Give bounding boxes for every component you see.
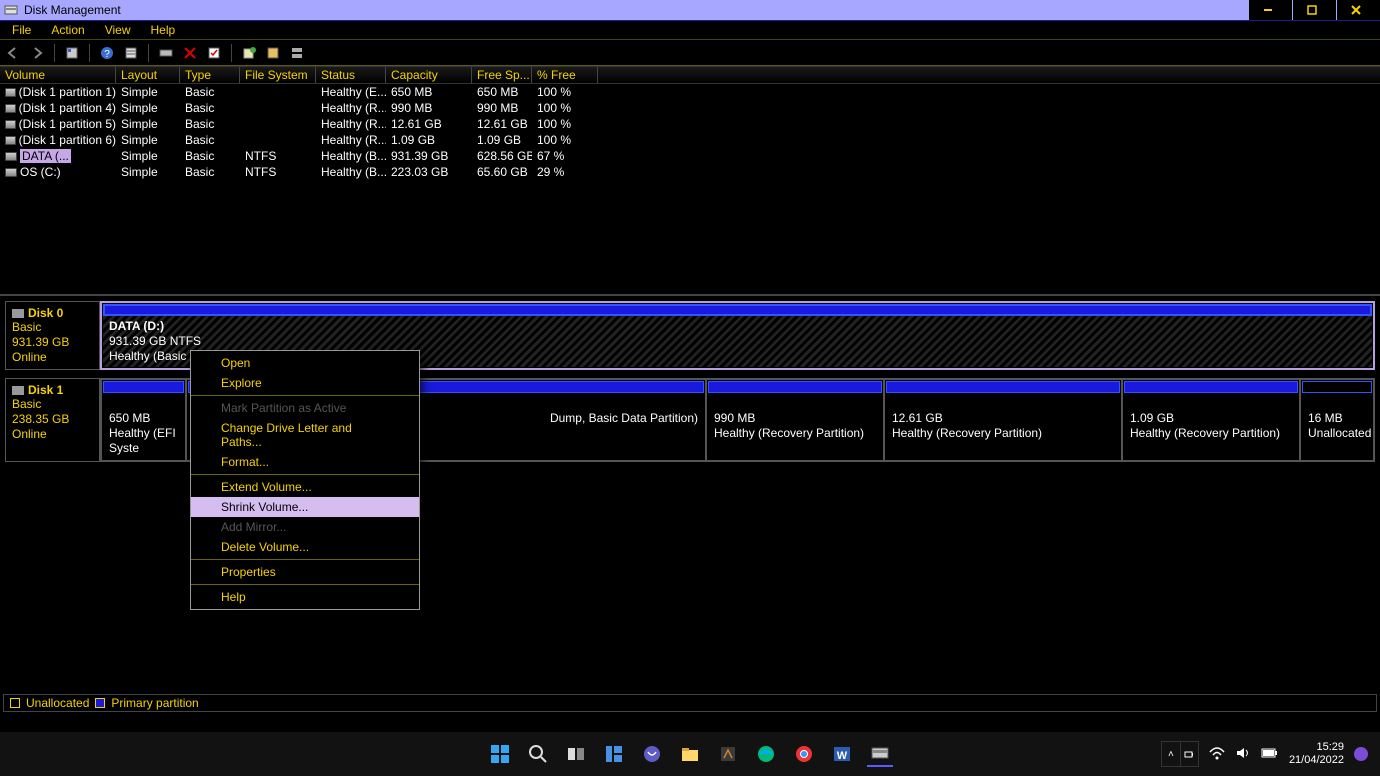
window-titlebar: Disk Management [0,0,1380,20]
props-icon[interactable] [264,44,282,62]
disk-mgmt-icon [4,3,18,17]
volume-icon [5,152,17,161]
disk-mgmt-taskbar-icon[interactable] [867,741,893,767]
widgets-icon[interactable] [601,741,627,767]
chrome-icon[interactable] [791,741,817,767]
volume-icon [5,88,16,97]
col-status[interactable]: Status [316,67,386,83]
menubar: File Action View Help [0,20,1380,40]
explorer-icon[interactable] [677,741,703,767]
cm-mark-active: Mark Partition as Active [191,398,419,418]
disk-icon-tb[interactable] [157,44,175,62]
col-type[interactable]: Type [180,67,240,83]
partition[interactable]: 1.09 GBHealthy (Recovery Partition) [1122,379,1300,461]
word-icon[interactable]: W [829,741,855,767]
window-title: Disk Management [24,3,121,17]
table-row[interactable]: (Disk 1 partition 4) Simple Basic Health… [0,100,1380,116]
disk-info-disk1[interactable]: Disk 1 Basic 238.35 GB Online [5,378,100,462]
volume-icon [5,168,17,177]
cm-open[interactable]: Open [191,353,419,373]
legend-primary-label: Primary partition [111,696,198,710]
volume-icon[interactable] [1235,746,1251,763]
cm-help[interactable]: Help [191,587,419,607]
svg-text:W: W [837,750,848,762]
col-capacity[interactable]: Capacity [386,67,472,83]
table-row[interactable]: OS (C:) Simple Basic NTFS Healthy (B... … [0,164,1380,180]
legend-unallocated-swatch [10,698,20,708]
search-icon[interactable] [525,741,551,767]
taskview-icon[interactable] [563,741,589,767]
partition[interactable]: 650 MBHealthy (EFI Syste [101,379,186,461]
start-button[interactable] [487,741,513,767]
cm-shrink[interactable]: Shrink Volume... [191,497,419,517]
legend-unallocated-label: Unallocated [26,696,89,710]
tray-overflow[interactable]: ˄ [1161,741,1199,767]
toolbar: ? [0,40,1380,66]
chat-icon[interactable] [639,741,665,767]
cm-add-mirror: Add Mirror... [191,517,419,537]
help-icon[interactable]: ? [98,44,116,62]
system-tray: ˄ 15:29 21/04/2022 [1161,741,1380,767]
menu-action[interactable]: Action [43,23,92,37]
volume-icon [5,136,16,145]
cm-explore[interactable]: Explore [191,373,419,393]
check-icon[interactable] [205,44,223,62]
cm-extend[interactable]: Extend Volume... [191,477,419,497]
delete-icon[interactable] [181,44,199,62]
taskbar: W ˄ 15:29 21/04/2022 [0,732,1380,776]
app-icon[interactable] [715,741,741,767]
disk-info-disk0[interactable]: Disk 0 Basic 931.39 GB Online [5,301,100,370]
menu-file[interactable]: File [4,23,39,37]
partition-unallocated[interactable]: 16 MBUnallocated [1300,379,1374,461]
menu-view[interactable]: View [97,23,139,37]
col-free[interactable]: Free Sp... [472,67,532,83]
notification-badge[interactable] [1354,747,1368,761]
partition[interactable]: 12.61 GBHealthy (Recovery Partition) [884,379,1122,461]
volume-list: (Disk 1 partition 1) Simple Basic Health… [0,84,1380,294]
volume-icon [5,104,16,113]
wifi-icon[interactable] [1209,746,1225,763]
clock-time: 15:29 [1289,741,1344,754]
chevron-up-icon[interactable]: ˄ [1162,742,1180,766]
partition-title: DATA (D:) [109,319,164,333]
layout-icon[interactable] [288,44,306,62]
maximize-button[interactable] [1292,0,1336,20]
cm-properties[interactable]: Properties [191,562,419,582]
volume-column-header: Volume Layout Type File System Status Ca… [0,66,1380,84]
clock-date: 21/04/2022 [1289,754,1344,767]
edge-icon[interactable] [753,741,779,767]
col-volume[interactable]: Volume [0,67,116,83]
table-row[interactable]: (Disk 1 partition 5) Simple Basic Health… [0,116,1380,132]
table-row[interactable]: (Disk 1 partition 6) Simple Basic Health… [0,132,1380,148]
list-icon[interactable] [122,44,140,62]
forward-icon[interactable] [28,44,46,62]
legend-bar: Unallocated Primary partition [3,694,1377,712]
scope-icon[interactable] [63,44,81,62]
back-icon[interactable] [4,44,22,62]
add-icon[interactable] [240,44,258,62]
cm-delete[interactable]: Delete Volume... [191,537,419,557]
legend-primary-swatch [95,698,105,708]
col-pct[interactable]: % Free [532,67,598,83]
partition-size-label: 931.39 GB NTFS [109,334,1366,349]
menu-help[interactable]: Help [143,23,184,37]
disk-glyph-icon [12,386,24,395]
clock[interactable]: 15:29 21/04/2022 [1289,741,1344,767]
cm-change-letter[interactable]: Change Drive Letter and Paths... [191,418,419,452]
table-row[interactable]: (Disk 1 partition 1) Simple Basic Health… [0,84,1380,100]
col-layout[interactable]: Layout [116,67,180,83]
svg-text:?: ? [104,49,110,60]
table-row[interactable]: DATA (... Simple Basic NTFS Healthy (B..… [0,148,1380,164]
context-menu: Open Explore Mark Partition as Active Ch… [190,350,420,610]
close-button[interactable] [1336,0,1380,20]
minimize-button[interactable] [1248,0,1292,20]
volume-icon [5,120,16,129]
cm-format[interactable]: Format... [191,452,419,472]
partition[interactable]: 990 MBHealthy (Recovery Partition) [706,379,884,461]
disk-glyph-icon [12,309,24,318]
battery-status-icon[interactable] [1180,742,1198,766]
battery-icon[interactable] [1261,747,1279,762]
col-filesystem[interactable]: File System [240,67,316,83]
